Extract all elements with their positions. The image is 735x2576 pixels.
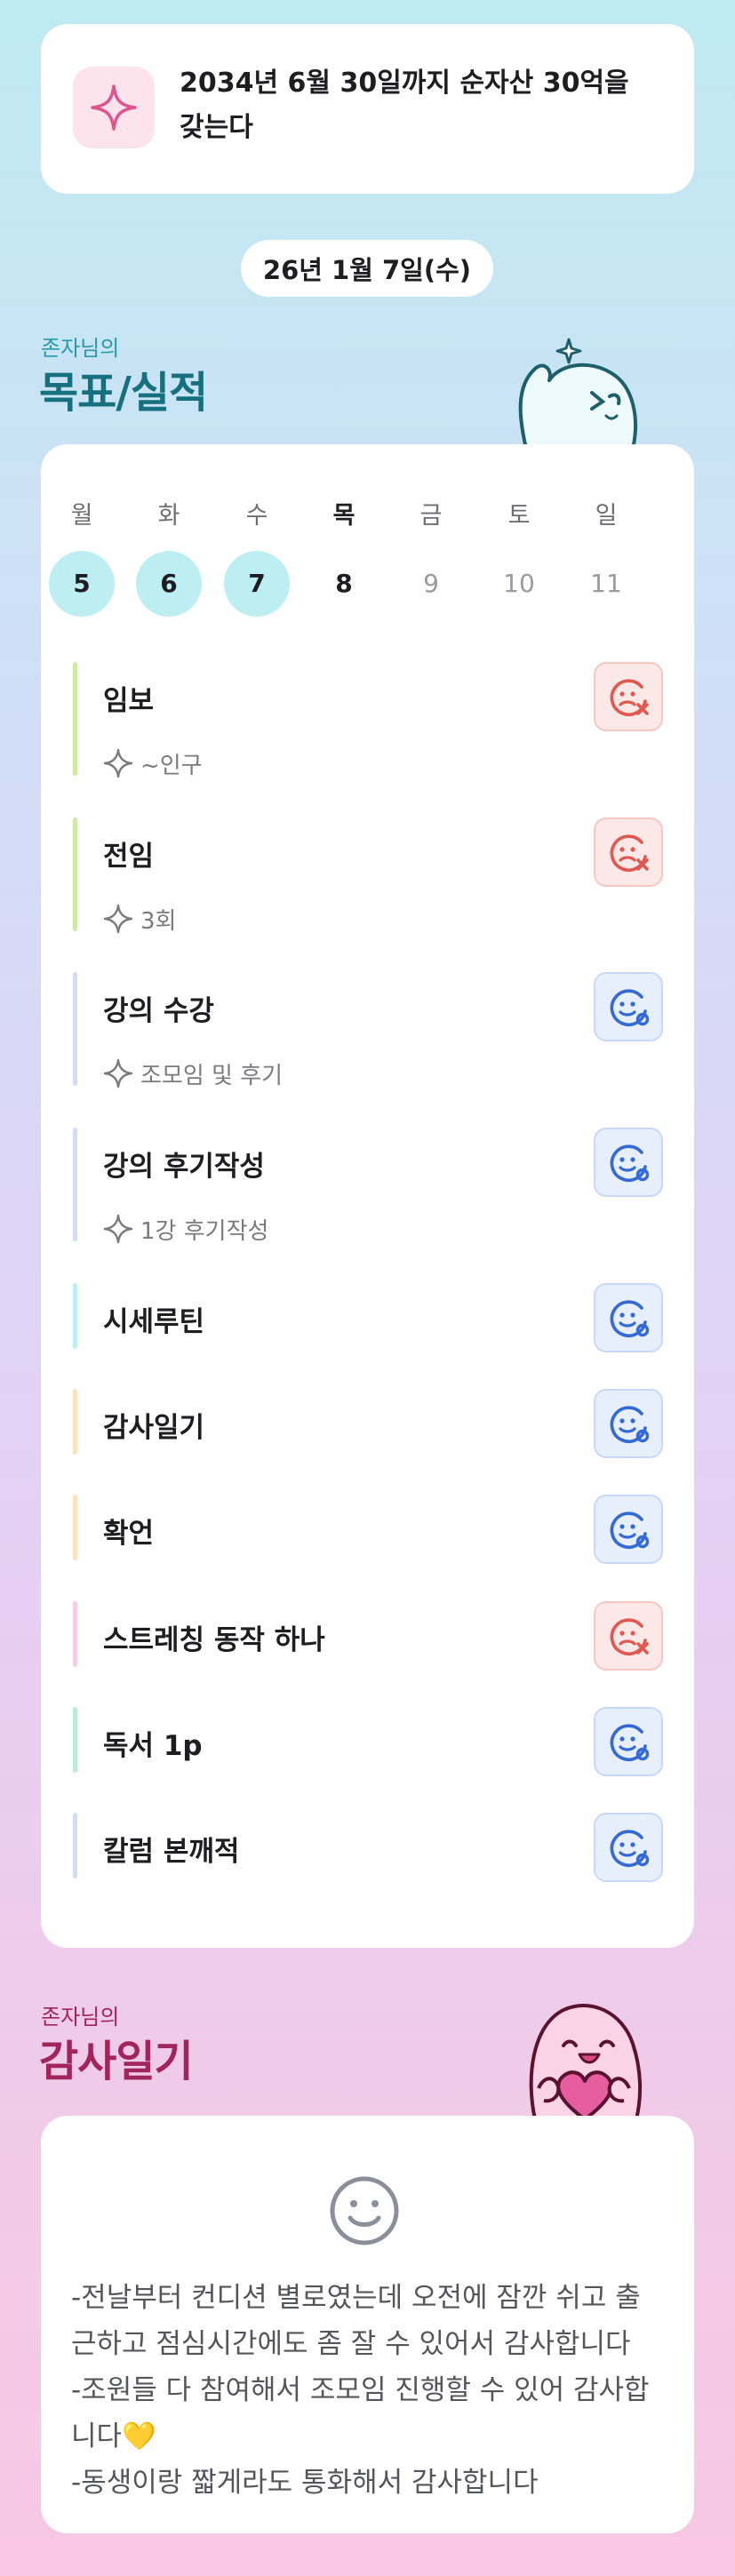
day-name-mon: 월 [70, 502, 93, 530]
status-fail-button[interactable] [594, 1601, 663, 1671]
status-fail-button[interactable] [594, 662, 663, 731]
habit-row-강의수강[interactable]: 강의 수강 조모임 및 후기 [73, 972, 663, 1089]
day-9[interactable]: 9 [398, 551, 464, 617]
goal-text: 2034년 6월 30일까지 순자산 30억을 갖는다 [180, 68, 629, 143]
status-done-button[interactable] [594, 1128, 663, 1197]
habit-color-bar [73, 817, 77, 931]
habit-detail: 조모임 및 후기 [103, 1057, 283, 1089]
sparkle-icon [91, 84, 137, 131]
habit-name: 전임 [103, 841, 155, 873]
habit-row-칼럼본깨적[interactable]: 칼럼 본깨적 [73, 1813, 663, 1882]
status-done-button[interactable] [594, 1707, 663, 1776]
day-8[interactable]: 8 [311, 551, 377, 617]
habit-color-bar [73, 1128, 77, 1241]
heart-holding-ghost-mascot [529, 2004, 643, 2119]
status-done-button[interactable] [594, 1283, 663, 1352]
date-pill[interactable]: 26년 1월 7일(수) [241, 240, 493, 297]
records-title: 목표/실적 [39, 368, 208, 418]
habit-name: 시세루틴 [103, 1306, 205, 1338]
status-fail-button[interactable] [594, 817, 663, 887]
waving-ghost-mascot [518, 338, 637, 449]
habit-color-bar [73, 1283, 77, 1349]
habit-color-bar [73, 972, 77, 1086]
habit-row-강의후기작성[interactable]: 강의 후기작성 1강 후기작성 [73, 1128, 663, 1245]
habit-color-bar [73, 1601, 77, 1667]
smile-face-check-icon [610, 1300, 650, 1337]
habit-name: 독서 1p [103, 1730, 203, 1762]
smile-icon[interactable] [325, 2172, 403, 2250]
day-name-sat: 토 [507, 502, 531, 530]
day-name-wed: 수 [245, 502, 268, 530]
smile-face-check-icon [610, 1511, 650, 1549]
habit-name: 임보 [103, 685, 155, 717]
day-5[interactable]: 5 [49, 551, 115, 617]
habit-detail-text: 1강 후기작성 [140, 1217, 269, 1245]
habit-name: 스트레칭 동작 하나 [103, 1624, 325, 1656]
day-7[interactable]: 7 [224, 551, 290, 617]
day-name-sun: 일 [595, 502, 618, 530]
goal-icon-badge [73, 67, 155, 148]
habit-name: 강의 후기작성 [103, 1151, 265, 1183]
sparkle-icon [103, 1214, 133, 1244]
day-6[interactable]: 6 [136, 551, 202, 617]
gratitude-text: -전날부터 컨디션 별로였는데 오전에 잠깐 쉬고 출근하고 점심시간에도 좀 … [71, 2275, 658, 2506]
sparkle-icon [103, 904, 133, 934]
habit-row-시세루틴[interactable]: 시세루틴 [73, 1283, 663, 1352]
smile-face-check-icon [610, 1144, 650, 1182]
sad-face-x-icon [610, 1618, 649, 1655]
habit-name: 확언 [103, 1518, 155, 1550]
gratitude-title: 감사일기 [39, 2037, 194, 2086]
habit-color-bar [73, 1495, 77, 1560]
habit-detail-text: 3회 [140, 907, 177, 935]
day-11[interactable]: 11 [573, 551, 639, 617]
habit-detail: 3회 [103, 903, 176, 935]
habit-color-bar [73, 1389, 77, 1455]
habit-color-bar [73, 662, 77, 776]
habit-row-확언[interactable]: 확언 [73, 1495, 663, 1564]
habit-detail-text: ~인구 [140, 752, 203, 779]
gratitude-line: -전날부터 컨디션 별로였는데 오전에 잠깐 쉬고 출근하고 점심시간에도 좀 … [71, 2282, 641, 2360]
habit-detail: ~인구 [103, 747, 203, 779]
habit-row-감사일기[interactable]: 감사일기 [73, 1389, 663, 1458]
day-10[interactable]: 10 [486, 551, 552, 617]
habit-name: 강의 수강 [103, 995, 214, 1027]
status-done-button[interactable] [594, 1495, 663, 1564]
smile-face-check-icon [610, 1406, 650, 1443]
habit-color-bar [73, 1813, 77, 1878]
habit-name: 감사일기 [103, 1412, 205, 1444]
habit-row-독서[interactable]: 독서 1p [73, 1707, 663, 1776]
day-name-tue: 화 [157, 502, 180, 530]
goal-card[interactable]: 2034년 6월 30일까지 순자산 30억을 갖는다 [41, 24, 694, 194]
habit-name: 칼럼 본깨적 [103, 1836, 240, 1868]
sad-face-x-icon [610, 834, 649, 872]
smile-face-check-icon [610, 1830, 650, 1867]
smile-face-check-icon [610, 1724, 650, 1761]
day-name-thu: 목 [332, 502, 356, 530]
habit-row-임보[interactable]: 임보 ~인구 [73, 662, 663, 779]
habit-row-전임[interactable]: 전임 3회 [73, 817, 663, 935]
status-done-button[interactable] [594, 1389, 663, 1458]
habit-color-bar [73, 1707, 77, 1773]
gratitude-line: -조원들 다 참여해서 조모임 진행할 수 있어 감사합니다💛 [71, 2374, 650, 2452]
sad-face-x-icon [610, 679, 649, 716]
day-name-fri: 금 [419, 502, 443, 530]
sparkle-icon [103, 1058, 133, 1089]
gratitude-line: -동생이랑 짧게라도 통화해서 감사합니다 [71, 2467, 539, 2499]
status-done-button[interactable] [594, 1813, 663, 1882]
habit-detail: 1강 후기작성 [103, 1213, 268, 1245]
habit-detail-text: 조모임 및 후기 [140, 1062, 284, 1089]
sparkle-icon [103, 748, 133, 778]
smile-face-check-icon [610, 989, 650, 1026]
habit-row-스트레칭[interactable]: 스트레칭 동작 하나 [73, 1601, 663, 1671]
status-done-button[interactable] [594, 972, 663, 1041]
